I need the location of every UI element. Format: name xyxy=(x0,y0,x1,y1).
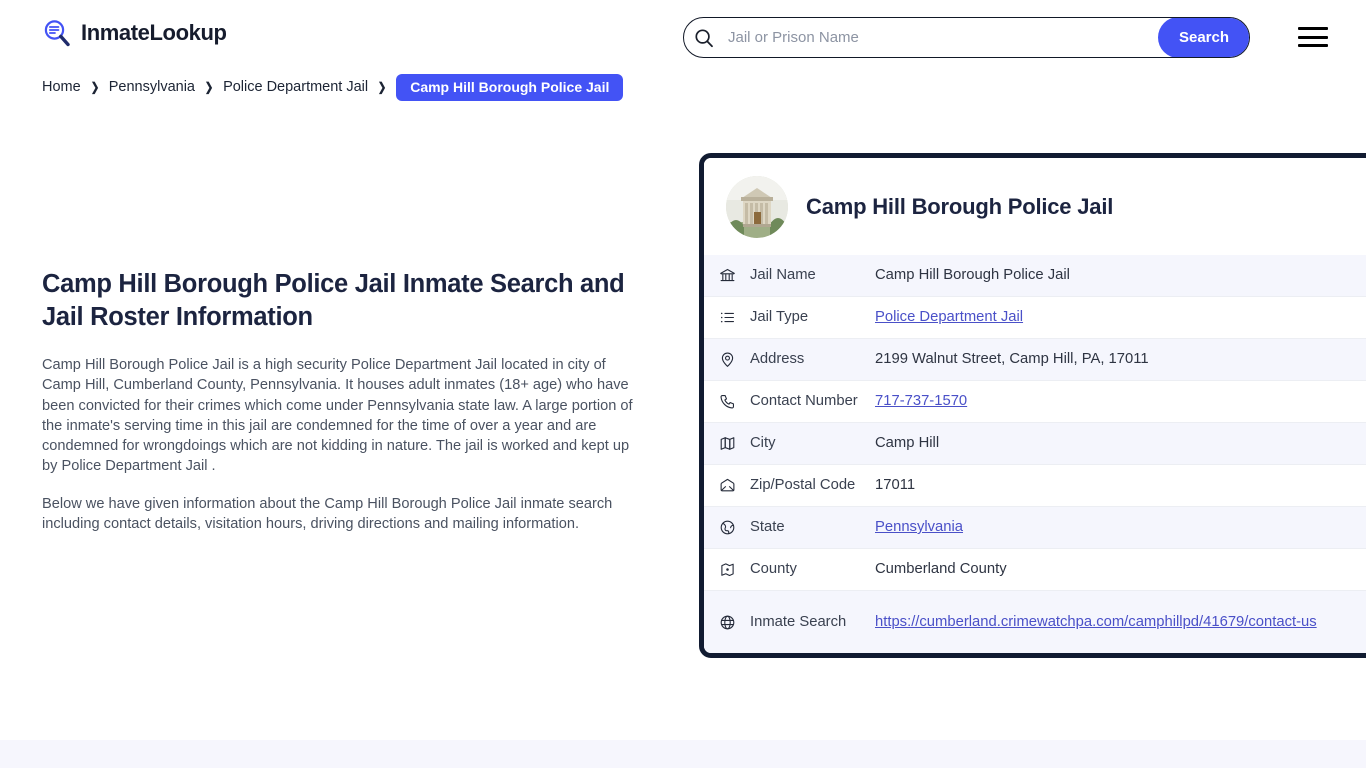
inmate-search-link[interactable]: https://cumberland.crimewatchpa.com/camp… xyxy=(875,614,1317,630)
table-row: Jail Name Camp Hill Borough Police Jail xyxy=(704,255,1366,297)
row-label-contact-number: Contact Number xyxy=(750,393,858,409)
row-value-county: Cumberland County xyxy=(875,561,1007,577)
article-content: Camp Hill Borough Police Jail Inmate Sea… xyxy=(42,268,642,534)
jail-info-card: Camp Hill Borough Police Jail Jail Name … xyxy=(699,153,1366,658)
magnifier-list-icon xyxy=(42,18,72,48)
brand-logo-link[interactable]: InmateLookup xyxy=(42,18,227,48)
table-row: Zip/Postal Code 17011 xyxy=(704,465,1366,507)
phone-icon xyxy=(704,381,750,422)
county-map-icon xyxy=(704,549,750,590)
state-link[interactable]: Pennsylvania xyxy=(875,519,963,535)
table-row: State Pennsylvania xyxy=(704,507,1366,549)
row-value-contact-number: 717-737-1570 xyxy=(875,381,1366,422)
table-row: Contact Number 717-737-1570 xyxy=(704,381,1366,423)
page-root: InmateLookup Search Home ❯ Pennsylvania … xyxy=(0,0,1366,768)
row-label-county: County xyxy=(750,561,797,577)
brand-name: InmateLookup xyxy=(81,20,227,45)
row-value-jail-name: Camp Hill Borough Police Jail xyxy=(875,267,1070,283)
list-icon xyxy=(704,297,750,338)
card-title: Camp Hill Borough Police Jail xyxy=(806,194,1114,219)
chevron-right-icon: ❯ xyxy=(204,80,214,94)
row-value-jail-type: Police Department Jail xyxy=(875,297,1366,338)
table-row: City Camp Hill xyxy=(704,423,1366,465)
contact-number-link[interactable]: 717-737-1570 xyxy=(875,393,967,409)
breadcrumb-item-police-department-jail[interactable]: Police Department Jail xyxy=(223,79,368,95)
bank-building-icon xyxy=(704,255,750,296)
search-icon xyxy=(684,18,724,57)
chevron-right-icon: ❯ xyxy=(90,80,99,94)
envelope-icon xyxy=(704,465,750,506)
globe-icon xyxy=(704,507,750,548)
menu-line xyxy=(1298,35,1328,39)
footer-band xyxy=(0,740,1366,768)
row-value-state: Pennsylvania xyxy=(875,507,1366,548)
row-value-inmate-search: https://cumberland.crimewatchpa.com/camp… xyxy=(875,603,1366,642)
folded-map-icon xyxy=(704,423,750,464)
search-button[interactable]: Search xyxy=(1158,18,1249,57)
hamburger-menu-icon[interactable] xyxy=(1296,24,1328,50)
search-input[interactable] xyxy=(724,18,1158,57)
row-label-inmate-search: Inmate Search xyxy=(750,614,847,630)
card-header: Camp Hill Borough Police Jail xyxy=(704,158,1366,255)
menu-line xyxy=(1298,27,1328,30)
row-label-state: State xyxy=(750,519,785,535)
chevron-right-icon: ❯ xyxy=(377,80,387,94)
jail-type-link[interactable]: Police Department Jail xyxy=(875,309,1023,325)
breadcrumb-item-pennsylvania[interactable]: Pennsylvania xyxy=(109,79,195,95)
breadcrumb-item-home[interactable]: Home xyxy=(42,79,81,95)
table-row: Jail Type Police Department Jail xyxy=(704,297,1366,339)
menu-line xyxy=(1298,44,1328,47)
jail-details-table: Jail Name Camp Hill Borough Police Jail … xyxy=(704,255,1366,653)
row-label-address: Address xyxy=(750,351,805,367)
row-label-zip-postal-code: Zip/Postal Code xyxy=(750,477,856,493)
row-value-city: Camp Hill xyxy=(875,435,940,451)
breadcrumb-current-page: Camp Hill Borough Police Jail xyxy=(396,73,624,101)
table-row: Inmate Search https://cumberland.crimewa… xyxy=(704,591,1366,653)
web-globe-icon xyxy=(704,591,750,653)
row-value-address: 2199 Walnut Street, Camp Hill, PA, 17011 xyxy=(875,351,1149,367)
search-bar[interactable]: Search xyxy=(683,17,1250,58)
site-header: InmateLookup Search xyxy=(0,0,1366,74)
secondary-paragraph: Below we have given information about th… xyxy=(42,495,613,533)
row-label-jail-name: Jail Name xyxy=(750,267,816,283)
row-label-city: City xyxy=(750,435,776,451)
map-pin-icon xyxy=(704,339,750,380)
page-title: Camp Hill Borough Police Jail Inmate Sea… xyxy=(42,270,625,331)
row-value-zip-postal-code: 17011 xyxy=(875,477,916,493)
intro-paragraph: Camp Hill Borough Police Jail is a high … xyxy=(42,357,633,475)
table-row: Address 2199 Walnut Street, Camp Hill, P… xyxy=(704,339,1366,381)
table-row: County Cumberland County xyxy=(704,549,1366,591)
breadcrumb: Home ❯ Pennsylvania ❯ Police Department … xyxy=(42,73,624,101)
courthouse-building-photo xyxy=(726,176,788,238)
row-label-jail-type: Jail Type xyxy=(750,309,809,325)
